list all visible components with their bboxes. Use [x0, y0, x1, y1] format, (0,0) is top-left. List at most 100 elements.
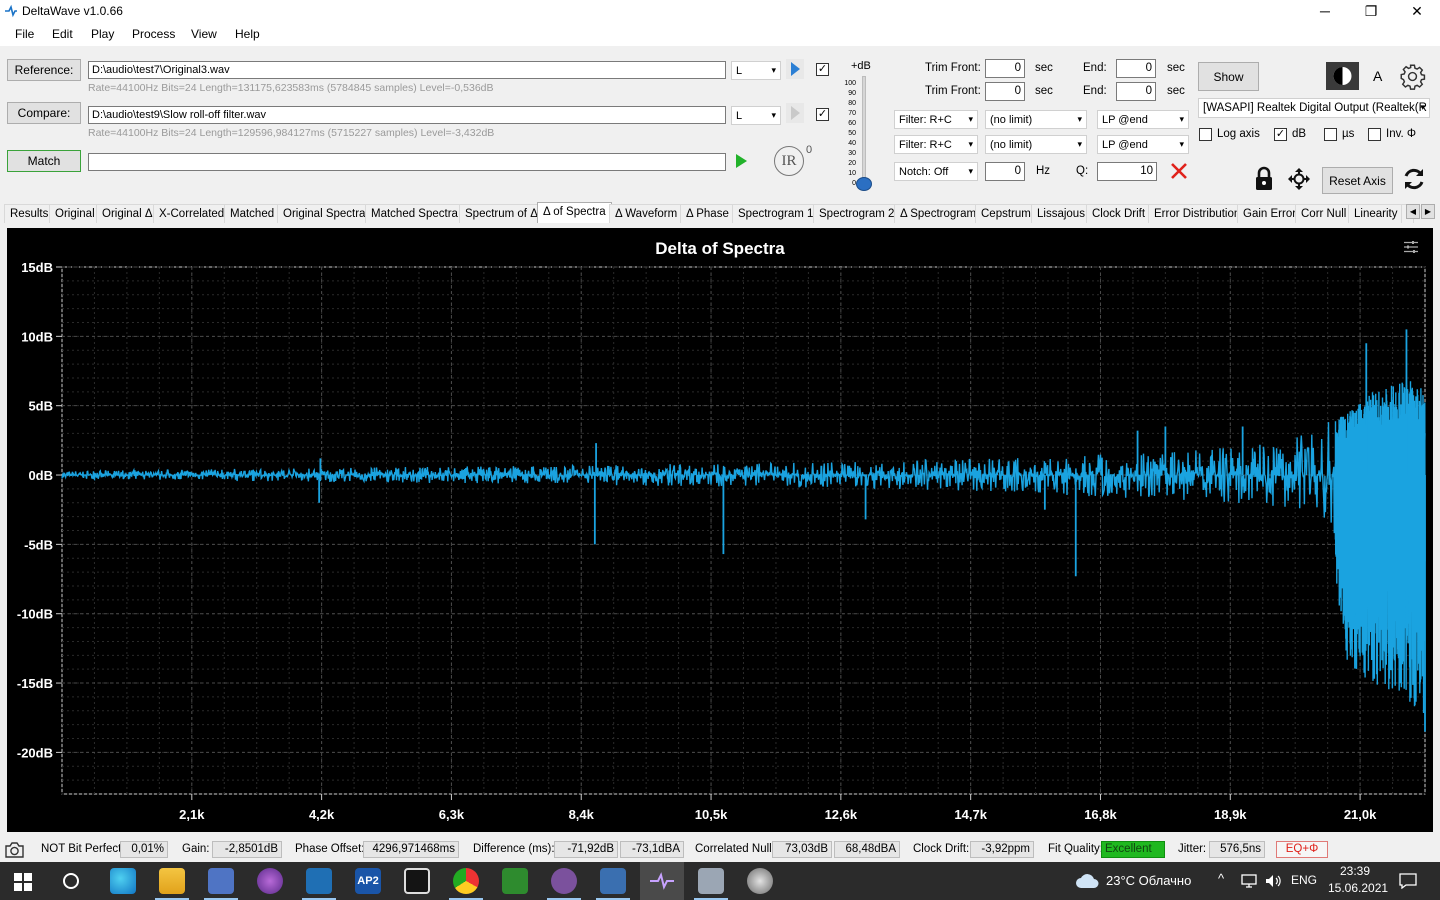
tab-spectrogram-2[interactable]: Spectrogram 2 [813, 204, 901, 223]
invert-phase-checkbox[interactable] [1368, 128, 1381, 141]
trim-end-input-2[interactable]: 0 [1116, 82, 1156, 101]
camera-screenshot-icon[interactable] [4, 841, 25, 859]
tab-error-distribution[interactable]: Error Distribution [1148, 204, 1247, 223]
clock-date[interactable]: 15.06.2021 [1328, 881, 1388, 895]
menu-help[interactable]: Help [235, 27, 260, 41]
tab-linearity[interactable]: Linearity [1348, 204, 1404, 223]
reset-axis-button[interactable]: Reset Axis [1322, 167, 1393, 194]
theme-toggle-icon[interactable] [1326, 62, 1359, 90]
menu-process[interactable]: Process [132, 27, 175, 41]
a-weighting-label[interactable]: A [1373, 68, 1382, 84]
start-windows-icon[interactable] [14, 873, 32, 891]
lock-icon[interactable] [1253, 166, 1275, 192]
play-compare-icon[interactable] [786, 103, 804, 123]
clock-time[interactable]: 23:39 [1340, 864, 1370, 878]
filter-select-1[interactable]: Filter: R+C [894, 110, 978, 129]
tab-delta-phase[interactable]: Δ Phase [680, 204, 735, 223]
match-button[interactable]: Match [7, 150, 81, 172]
tab-corr-null[interactable]: Corr Null [1295, 204, 1353, 223]
tab-delta-of-spectra[interactable]: Δ of Spectra [537, 202, 612, 223]
filter-select-2[interactable]: Filter: R+C [894, 135, 978, 154]
play-matched-icon[interactable] [732, 151, 750, 171]
compare-enable-checkbox[interactable]: ✓ [816, 108, 829, 121]
jetbrains-app-icon[interactable] [404, 868, 430, 894]
image-viewer-app-icon[interactable] [694, 868, 728, 900]
ir-button[interactable]: IR [774, 146, 804, 176]
compare-button[interactable]: Compare: [7, 102, 81, 124]
show-button[interactable]: Show [1198, 62, 1259, 91]
reference-path-field[interactable]: D:\audio\test7\Original3.wav [88, 61, 726, 79]
tab-original-delta[interactable]: Original Δ [96, 204, 159, 223]
edge-browser-icon[interactable] [110, 868, 136, 894]
db-slider-thumb[interactable] [856, 177, 872, 191]
network-icon[interactable] [1240, 874, 1258, 888]
ap2-app-icon[interactable]: AP2 [355, 868, 381, 894]
delta-of-spectra-chart[interactable]: 15dB 10dB 5dB 0dB -5dB -10dB -15dB -20dB 2,1k 4,2… [7, 228, 1433, 832]
tab-results[interactable]: Results [4, 204, 55, 223]
notch-select[interactable]: Notch: Off [894, 162, 978, 181]
notch-hz-input[interactable]: 0 [985, 162, 1025, 181]
trim-front-input-2[interactable]: 0 [985, 82, 1025, 101]
tab-original[interactable]: Original [49, 204, 101, 223]
messenger-app-icon[interactable] [302, 868, 336, 900]
trim-front-input-1[interactable]: 0 [985, 59, 1025, 78]
lp-select-2[interactable]: LP @end [1097, 135, 1189, 154]
tab-original-spectra[interactable]: Original Spectra [277, 204, 372, 223]
chrome-browser-icon[interactable] [449, 868, 483, 900]
reference-channel-select[interactable]: L [731, 61, 781, 80]
output-device-select[interactable]: [WASAPI] Realtek Digital Output (Realtek… [1198, 98, 1430, 118]
trim-end-input-1[interactable]: 0 [1116, 59, 1156, 78]
compare-path-field[interactable]: D:\audio\test9\Slow roll-off filter.wav [88, 106, 726, 124]
chart-panel[interactable]: Delta of Spectra 15dB 10dB 5dB 0dB -5dB -10dB… [7, 228, 1433, 832]
network-app-icon[interactable] [596, 868, 630, 900]
tab-scroll-right-button[interactable]: ▶ [1421, 204, 1435, 219]
save-disk-app-icon[interactable] [204, 868, 238, 900]
settings-gear-icon[interactable] [1399, 63, 1426, 90]
viber-app-icon[interactable] [547, 868, 581, 900]
chevron-up-icon[interactable]: ^ [1218, 871, 1224, 886]
menu-view[interactable]: View [191, 27, 217, 41]
limit-select-1[interactable]: (no limit) [985, 110, 1087, 129]
tab-matched[interactable]: Matched [224, 204, 281, 223]
close-button[interactable]: ✕ [1394, 0, 1440, 22]
db-checkbox[interactable]: ✓ [1274, 128, 1287, 141]
tab-cepstrum[interactable]: Cepstrum [975, 204, 1037, 223]
tab-matched-spectra[interactable]: Matched Spectra [365, 204, 464, 223]
deltawave-task-icon[interactable] [649, 872, 675, 890]
weather-text[interactable]: 23°C Облачно [1106, 873, 1191, 888]
tab-delta-waveform[interactable]: Δ Waveform [609, 204, 684, 223]
refresh-icon[interactable] [1401, 166, 1427, 192]
q-input[interactable]: 10 [1097, 162, 1157, 181]
file-explorer-icon[interactable] [155, 868, 189, 900]
minimize-button[interactable]: ─ [1302, 0, 1348, 22]
log-axis-checkbox[interactable] [1199, 128, 1212, 141]
reference-button[interactable]: Reference: [7, 59, 81, 81]
menu-play[interactable]: Play [91, 27, 114, 41]
reference-enable-checkbox[interactable]: ✓ [816, 63, 829, 76]
volume-icon[interactable] [1264, 874, 1282, 888]
us-checkbox[interactable] [1324, 128, 1337, 141]
pan-move-icon[interactable] [1286, 166, 1312, 192]
menu-edit[interactable]: Edit [52, 27, 73, 41]
vectorworks-app-icon[interactable] [502, 868, 528, 894]
clear-filters-icon[interactable] [1169, 161, 1189, 181]
db-slider-track[interactable] [862, 76, 866, 184]
tab-spectrogram-1[interactable]: Spectrogram 1 [732, 204, 820, 223]
tab-x-correlated[interactable]: X-Correlated [153, 204, 231, 223]
notifications-icon[interactable] [1399, 873, 1417, 889]
compare-channel-select[interactable]: L [731, 106, 781, 125]
tor-browser-icon[interactable] [257, 868, 283, 894]
lp-select-1[interactable]: LP @end [1097, 110, 1189, 129]
audio-tool-app-icon[interactable] [747, 868, 773, 894]
tab-clock-drift[interactable]: Clock Drift [1086, 204, 1152, 223]
play-reference-icon[interactable] [786, 59, 804, 79]
menu-file[interactable]: File [15, 27, 34, 41]
tab-spectrum-of-delta[interactable]: Spectrum of Δ [459, 204, 544, 223]
tab-delta-spectrogram[interactable]: Δ Spectrogram [894, 204, 983, 223]
eq-phase-indicator[interactable]: EQ+Φ [1276, 841, 1328, 858]
tab-lissajous[interactable]: Lissajous [1031, 204, 1091, 223]
limit-select-2[interactable]: (no limit) [985, 135, 1087, 154]
task-view-icon[interactable] [62, 872, 80, 890]
tab-scroll-left-button[interactable]: ◀ [1406, 204, 1420, 219]
maximize-button[interactable]: ❐ [1348, 0, 1394, 22]
